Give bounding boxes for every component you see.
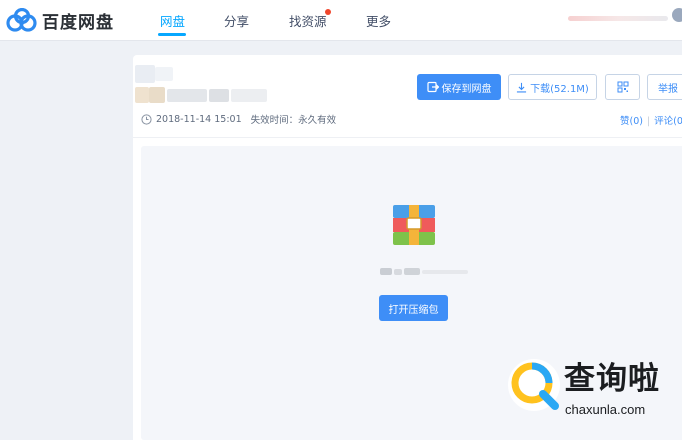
like-count-link[interactable]: 赞(0) — [620, 116, 643, 127]
nav-tab-share[interactable]: 分享 — [224, 11, 249, 30]
stats-separator: | — [646, 116, 651, 127]
qrcode-button[interactable] — [605, 74, 640, 100]
nav-active-indicator — [158, 33, 186, 36]
share-date: 2018-11-14 15:01 — [156, 113, 242, 125]
download-icon — [517, 82, 527, 92]
top-bar: 百度网盘 网盘 分享 找资源 更多 — [0, 0, 682, 41]
report-button[interactable]: 举报 — [647, 74, 682, 100]
share-stats: 赞(0)|评论(0) — [620, 113, 682, 127]
save-to-drive-label: 保存到网盘 — [441, 83, 492, 95]
comment-count-link[interactable]: 评论(0) — [654, 116, 682, 127]
report-label: 举报 — [658, 83, 678, 95]
file-title-blurred — [135, 63, 270, 105]
notification-dot — [325, 9, 331, 15]
username-blurred[interactable] — [568, 16, 668, 21]
logo-text: 百度网盘 — [42, 12, 114, 33]
divider — [133, 137, 682, 138]
save-to-drive-button[interactable]: 保存到网盘 — [417, 74, 501, 100]
avatar[interactable] — [672, 8, 682, 22]
file-name-blurred — [380, 268, 470, 276]
open-archive-button[interactable]: 打开压缩包 — [379, 295, 448, 321]
expire-time: 失效时间：永久有效 — [250, 115, 337, 126]
nav-tab-more[interactable]: 更多 — [366, 11, 391, 30]
download-label: 下载(52.1M) — [530, 83, 589, 95]
download-button[interactable]: 下载(52.1M) — [508, 74, 597, 100]
search-magnifier-logo-icon — [508, 359, 560, 411]
nav-tab-find-resources[interactable]: 找资源 — [289, 11, 327, 30]
baidu-netdisk-logo-icon — [6, 8, 37, 32]
watermark-url: chaxunla.com — [565, 402, 646, 417]
clock-icon — [141, 113, 152, 125]
logo[interactable]: 百度网盘 — [6, 6, 114, 34]
zip-archive-icon — [393, 205, 435, 245]
save-to-drive-icon — [426, 81, 439, 93]
share-meta: 2018-11-14 15:01 失效时间：永久有效 — [141, 112, 336, 126]
qrcode-icon — [617, 81, 628, 93]
watermark-title: 查询啦 — [564, 361, 660, 397]
nav-tab-netdisk[interactable]: 网盘 — [160, 11, 185, 30]
